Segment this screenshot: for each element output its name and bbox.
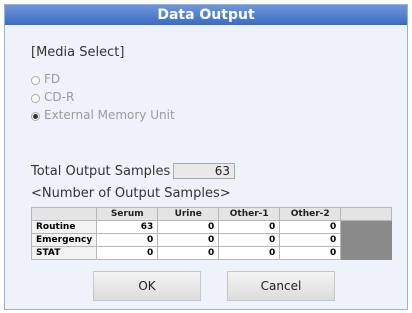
table-header-other-1: Other-1 (218, 207, 281, 221)
row-label: Routine (30, 220, 98, 234)
output-samples-heading: <Number of Output Samples> (31, 186, 231, 201)
cell-urine: 0 (157, 220, 220, 234)
cell-urine: 0 (157, 233, 220, 247)
row-label: Emergency (30, 233, 98, 247)
data-output-dialog: Data Output [Media Select] FD CD-R Exter… (4, 4, 408, 310)
gray-cell (340, 246, 393, 260)
cell-other-2: 0 (279, 220, 342, 234)
output-samples-table: Serum Urine Other-1 Other-2 Routine 63 0… (30, 207, 393, 260)
radio-external-memory[interactable] (31, 112, 40, 121)
table-header-extra (340, 207, 393, 221)
table-header-serum: Serum (96, 207, 159, 221)
gray-cell (340, 220, 393, 234)
radio-cdr[interactable] (31, 94, 40, 103)
cell-serum: 63 (96, 220, 159, 234)
media-option-cdr-label: CD-R (44, 90, 75, 104)
radio-fd[interactable] (31, 76, 40, 85)
ok-button[interactable]: OK (93, 271, 201, 301)
dialog-title: Data Output (5, 5, 407, 25)
cell-other-2: 0 (279, 246, 342, 260)
cell-urine: 0 (157, 246, 220, 260)
cancel-button[interactable]: Cancel (227, 271, 335, 301)
table-header-urine: Urine (157, 207, 220, 221)
table-row-stat: STAT 0 0 0 0 (30, 246, 393, 260)
gray-cell (340, 233, 393, 247)
table-row-routine: Routine 63 0 0 0 (30, 220, 393, 234)
cell-other-1: 0 (218, 233, 281, 247)
cell-serum: 0 (96, 233, 159, 247)
cell-other-2: 0 (279, 233, 342, 247)
row-label: STAT (30, 246, 98, 260)
table-row-emergency: Emergency 0 0 0 0 (30, 233, 393, 247)
table-header-row: Serum Urine Other-1 Other-2 (30, 207, 393, 221)
table-header-other-2: Other-2 (279, 207, 342, 221)
cell-other-1: 0 (218, 246, 281, 260)
cell-serum: 0 (96, 246, 159, 260)
media-option-fd-label: FD (44, 72, 61, 86)
media-select-label: [Media Select] (31, 45, 125, 60)
table-header-blank (30, 207, 98, 221)
total-output-samples-label: Total Output Samples (31, 164, 171, 179)
media-option-external-memory-label: External Memory Unit (44, 108, 175, 122)
total-output-samples-value: 63 (173, 163, 235, 179)
cell-other-1: 0 (218, 220, 281, 234)
